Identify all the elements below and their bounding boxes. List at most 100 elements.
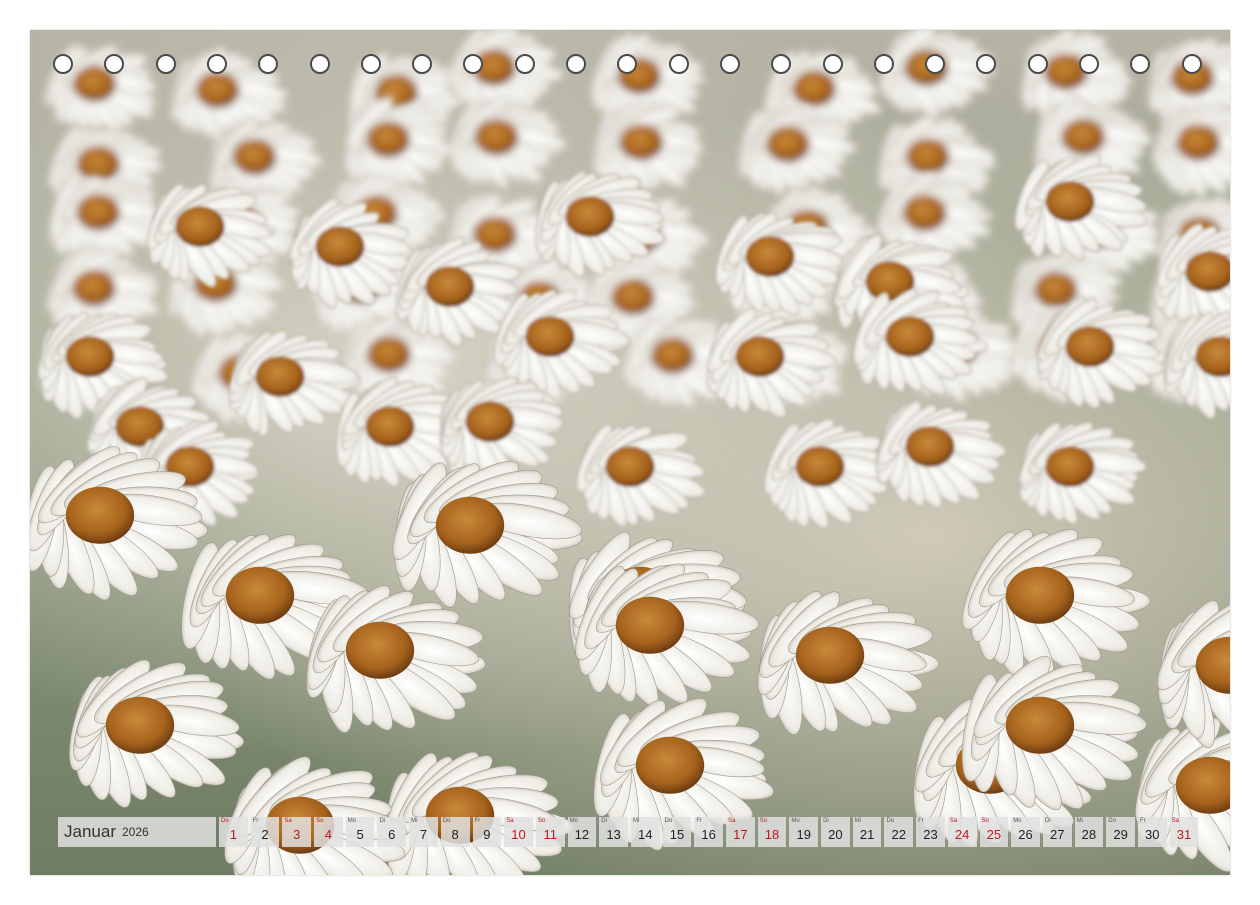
day-number: 18: [764, 827, 780, 842]
weekday-abbr: Di: [379, 818, 386, 824]
binding-hole: [1130, 54, 1151, 74]
month-label: Januar 2026: [58, 817, 216, 847]
binding-hole: [822, 54, 843, 74]
weekday-abbr: Di: [601, 818, 607, 824]
binding-hole: [1079, 54, 1099, 74]
day-cell: Di 13: [599, 817, 628, 847]
day-number: 29: [1113, 827, 1128, 842]
day-number: 11: [543, 827, 557, 842]
weekday-abbr: Di: [823, 818, 829, 824]
binding-hole: [309, 54, 330, 74]
binding-hole: [668, 54, 689, 74]
day-cell: Do 22: [884, 817, 914, 847]
day-cell: Sa 3: [282, 817, 312, 847]
weekday-abbr: Sa: [1171, 818, 1179, 824]
day-cell: Fr 16: [694, 817, 723, 847]
binding-hole: [976, 54, 997, 74]
day-number: 9: [483, 827, 491, 842]
day-number: 8: [451, 827, 459, 842]
day-cell: Mi 28: [1074, 817, 1104, 847]
weekday-abbr: Mi: [632, 818, 640, 824]
weekday-abbr: Mo: [791, 818, 800, 824]
daisy-flower: [757, 591, 940, 735]
binding-hole: [514, 54, 535, 74]
day-cell: So 25: [979, 817, 1009, 847]
weekday-abbr: Fr: [918, 818, 924, 824]
day-cell: Mo 26: [1011, 817, 1040, 847]
weekday-abbr: Do: [442, 818, 451, 824]
day-cell: Di 6: [377, 817, 407, 847]
day-number: 24: [954, 827, 970, 842]
day-cell: Sa 10: [504, 817, 533, 847]
weekday-abbr: Mi: [1076, 818, 1083, 824]
daisy-flower: [575, 423, 706, 528]
day-number: 10: [511, 827, 526, 842]
weekday-abbr: Mi: [854, 818, 862, 824]
day-number: 27: [1049, 827, 1065, 842]
day-number: 12: [574, 827, 590, 842]
weekday-abbr: Sa: [284, 818, 292, 824]
day-cell: Do 8: [440, 817, 470, 847]
day-number: 17: [733, 827, 748, 842]
binding-hole: [566, 54, 586, 74]
day-cell: Do 1: [219, 817, 248, 847]
day-number: 4: [324, 827, 333, 842]
weekday-abbr: Do: [221, 818, 229, 824]
binding-hole: [104, 54, 125, 74]
day-number: 23: [923, 827, 938, 842]
weekday-abbr: Do: [664, 818, 673, 824]
binding-hole: [155, 54, 176, 74]
daisy-flower: [875, 400, 1007, 509]
binding-hole: [1027, 54, 1048, 74]
binding-hole: [925, 54, 946, 74]
weekday-abbr: Mo: [1013, 818, 1022, 824]
weekday-abbr: Mo: [347, 818, 357, 824]
day-cell: So 4: [314, 817, 343, 847]
day-number: 14: [638, 827, 653, 842]
day-number: 25: [986, 827, 1002, 842]
weekday-abbr: Sa: [506, 818, 514, 824]
year-label: 2026: [121, 825, 149, 839]
day-cell: Do 15: [662, 817, 692, 847]
daisy-flower: [706, 307, 837, 419]
binding-hole: [258, 54, 279, 74]
day-cell: Fr 9: [472, 817, 502, 847]
day-number: 22: [891, 827, 907, 842]
weekday-abbr: Fr: [474, 818, 481, 824]
binding-hole: [719, 54, 740, 74]
weekday-abbr: Do: [886, 818, 895, 824]
day-cell: Do 29: [1106, 817, 1135, 847]
day-cell: Sa 24: [947, 817, 977, 847]
day-number: 5: [356, 827, 364, 842]
day-number: 28: [1081, 827, 1097, 842]
binding-hole: [360, 54, 381, 74]
day-cell: So 18: [757, 817, 787, 847]
weekday-abbr: So: [537, 818, 546, 824]
weekday-abbr: Fr: [1139, 818, 1146, 824]
day-number: 3: [293, 827, 301, 842]
daisy-flower: [448, 95, 568, 190]
binding-hole: [206, 54, 227, 74]
day-cell: Sa 31: [1169, 817, 1199, 847]
day-cell: Sa 17: [726, 817, 755, 847]
daisy-flower: [224, 756, 407, 875]
weekday-abbr: So: [316, 818, 324, 824]
day-number: 15: [669, 827, 685, 842]
day-number: 1: [229, 827, 237, 842]
weekday-abbr: Do: [1108, 818, 1116, 824]
daisy-field-photo: [30, 30, 1230, 875]
daisy-flower: [961, 528, 1151, 678]
spiral-binding-holes: [30, 54, 1230, 80]
binding-hole: [1181, 54, 1202, 74]
daisy-flower: [69, 659, 245, 808]
day-cell: So 11: [535, 817, 565, 847]
calendar-strip: Januar 2026 Do 1 Fr 2 Sa 3 So 4 Mo 5 Di 6 Mi 7 Do 8 Fr 9 S…: [58, 817, 1199, 847]
daisy-flower: [961, 655, 1147, 811]
day-cell: Di 20: [821, 817, 850, 847]
weekday-abbr: Fr: [252, 818, 259, 824]
day-cell: Mi 14: [630, 817, 660, 847]
month-name: Januar: [64, 822, 116, 841]
binding-hole: [412, 54, 433, 74]
binding-hole: [463, 54, 484, 74]
weekday-abbr: Sa: [728, 818, 736, 824]
